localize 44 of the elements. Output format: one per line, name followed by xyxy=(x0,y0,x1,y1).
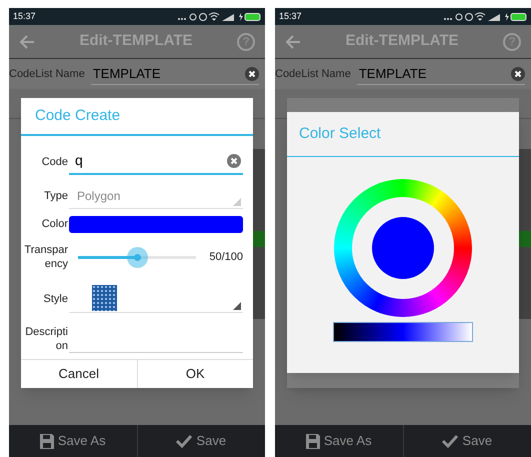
status-icons-drawing xyxy=(442,12,502,22)
save-as-button[interactable]: Save As xyxy=(275,425,402,457)
back-arrow-icon xyxy=(285,34,301,50)
status-time: 15:37 xyxy=(279,10,302,23)
codelist-name-input[interactable]: TEMPLATE xyxy=(90,63,259,85)
save-as-button[interactable]: Save As xyxy=(9,425,136,457)
dropdown-corner-icon xyxy=(233,198,241,206)
save-button[interactable]: Save xyxy=(402,425,531,457)
dialog-title: Code Create xyxy=(21,98,253,136)
code-input[interactable]: q xyxy=(69,148,243,175)
field-label: CodeList Name xyxy=(9,66,85,82)
color-swatch[interactable] xyxy=(69,216,243,233)
brightness-bar[interactable] xyxy=(333,322,473,342)
ok-button[interactable]: OK xyxy=(136,360,253,388)
transparency-reading: 50/100 xyxy=(209,250,243,266)
transparency-slider[interactable] xyxy=(78,246,196,268)
codelist-name-input[interactable]: TEMPLATE xyxy=(356,63,525,85)
field-label: Style xyxy=(42,292,68,306)
save-button[interactable]: Save xyxy=(136,425,265,457)
field-label: CodeList Name xyxy=(275,66,351,82)
field-label: Type xyxy=(43,189,68,204)
cancel-button[interactable]: Cancel xyxy=(21,360,136,388)
type-dropdown[interactable]: Polygon xyxy=(69,183,243,210)
clear-icon xyxy=(511,66,525,80)
pattern-swatch xyxy=(92,285,117,312)
field-label: Description xyxy=(24,325,68,354)
clear-icon xyxy=(227,154,241,168)
field-label: Transparency xyxy=(23,243,68,272)
checkmark-icon xyxy=(442,434,458,448)
clear-icon xyxy=(245,66,259,80)
status-icons-drawing xyxy=(176,12,236,22)
dialog-title: Color Select xyxy=(287,112,519,157)
back-button[interactable] xyxy=(19,34,35,50)
back-button[interactable] xyxy=(285,34,301,50)
battery-icon xyxy=(239,12,261,20)
back-arrow-icon xyxy=(19,34,35,50)
slider-thumb[interactable] xyxy=(127,246,148,268)
style-dropdown[interactable] xyxy=(69,285,243,314)
dropdown-corner-icon xyxy=(233,302,241,310)
field-label: Color xyxy=(40,217,68,232)
checkmark-icon xyxy=(176,434,192,448)
status-time: 15:37 xyxy=(13,10,36,23)
battery-icon xyxy=(505,12,527,20)
field-label: Code xyxy=(40,154,68,169)
